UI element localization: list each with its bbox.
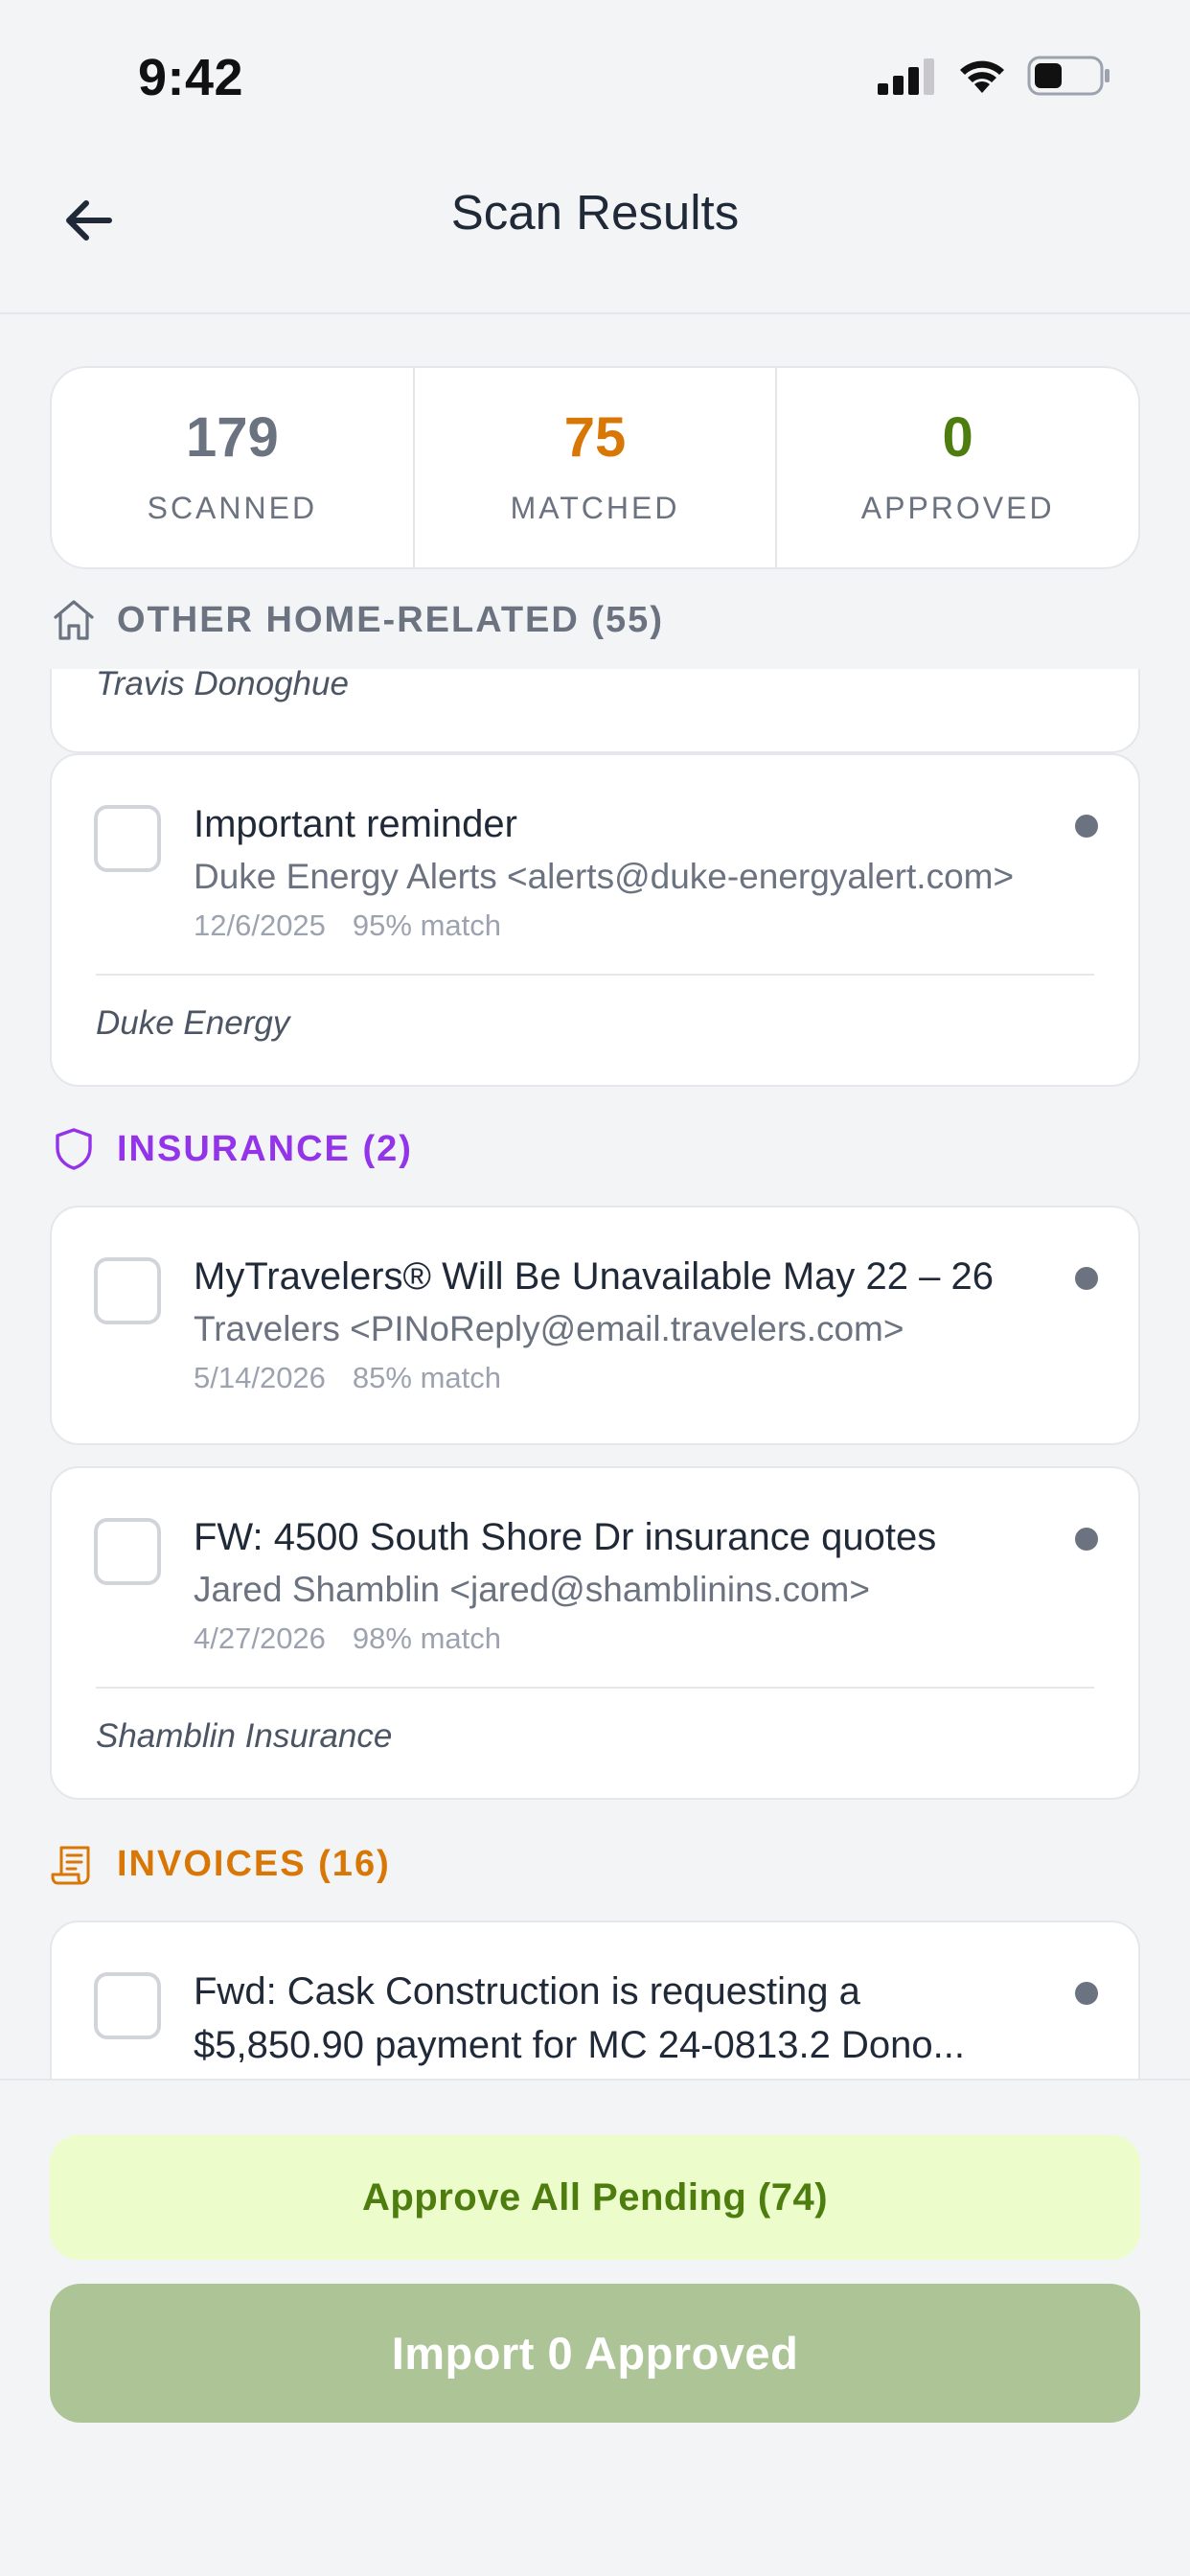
email-meta: 12/6/2025 95% match: [194, 908, 1062, 943]
select-checkbox[interactable]: [94, 805, 161, 872]
cellular-signal-icon: [878, 58, 934, 95]
stat-approved: 0 APPROVED: [775, 368, 1138, 567]
stat-matched-value: 75: [563, 405, 627, 469]
stat-approved-value: 0: [942, 405, 973, 469]
email-card[interactable]: MyTravelers® Will Be Unavailable May 22 …: [50, 1206, 1140, 1445]
section-title-home: OTHER HOME-RELATED (55): [117, 599, 664, 640]
stats-summary: 179 SCANNED 75 MATCHED 0 APPROVED: [50, 366, 1140, 569]
email-card[interactable]: FW: 4500 South Shore Dr insurance quotes…: [50, 1466, 1140, 1800]
section-header-insurance[interactable]: INSURANCE (2): [50, 1125, 413, 1173]
import-approved-button[interactable]: Import 0 Approved: [50, 2284, 1140, 2423]
unread-dot: [1075, 1528, 1098, 1551]
email-details: Fwd: Cask Construction is requesting a $…: [194, 1965, 1062, 2072]
stat-matched: 75 MATCHED: [412, 368, 776, 567]
section-header-invoices[interactable]: INVOICES (16): [50, 1840, 391, 1888]
status-bar: 9:42: [0, 0, 1190, 144]
email-date: 4/27/2026: [194, 1621, 326, 1655]
email-card[interactable]: Fwd: Cask Construction is requesting a $…: [50, 1920, 1140, 2079]
receipt-icon: [51, 1846, 90, 1885]
top-nav-bar: Scan Results: [0, 144, 1190, 314]
status-time: 9:42: [138, 49, 244, 106]
page-title: Scan Results: [450, 185, 740, 240]
email-subject-line-1: Fwd: Cask Construction is requesting a: [194, 1970, 860, 2012]
stat-scanned: 179 SCANNED: [52, 368, 413, 567]
email-sender: Jared Shamblin <jared@shamblinins.com>: [194, 1570, 870, 1609]
status-icons: [878, 56, 1111, 96]
stat-scanned-label: SCANNED: [147, 490, 318, 525]
unread-dot: [1075, 1267, 1098, 1290]
unread-dot: [1075, 815, 1098, 838]
email-meta: 4/27/2026 98% match: [194, 1622, 1062, 1656]
section-header-home[interactable]: OTHER HOME-RELATED (55): [50, 596, 664, 644]
stat-approved-label: APPROVED: [860, 490, 1055, 525]
email-card-partial[interactable]: Travis Donoghue: [50, 669, 1140, 753]
email-details: Important reminder Duke Energy Alerts <a…: [194, 797, 1062, 943]
vendor-label: Duke Energy: [96, 974, 1094, 1043]
email-sender: Travelers <PINoReply@email.travelers.com…: [194, 1309, 904, 1348]
email-details: FW: 4500 South Shore Dr insurance quotes…: [194, 1510, 1062, 1656]
match-score: 95% match: [352, 908, 501, 942]
email-date: 12/6/2025: [194, 908, 326, 942]
select-checkbox[interactable]: [94, 1257, 161, 1324]
email-card[interactable]: Important reminder Duke Energy Alerts <a…: [50, 753, 1140, 1087]
match-score: 98% match: [352, 1621, 501, 1655]
select-checkbox[interactable]: [94, 1972, 161, 2039]
partial-card-clip: Travis Donoghue: [0, 669, 1190, 755]
email-sender: Duke Energy Alerts <alerts@duke-energyal…: [194, 857, 1015, 896]
select-checkbox[interactable]: [94, 1518, 161, 1585]
approve-all-pending-button[interactable]: Approve All Pending (74): [50, 2135, 1140, 2260]
wifi-icon: [960, 60, 1004, 93]
email-date: 5/14/2026: [194, 1360, 326, 1394]
battery-icon: [1027, 56, 1110, 96]
results-list[interactable]: OTHER HOME-RELATED (55) Travis Donoghue …: [0, 569, 1190, 2079]
email-subject: MyTravelers® Will Be Unavailable May 22 …: [194, 1255, 994, 1298]
email-subject-line-2: $5,850.90 payment for MC 24-0813.2 Dono.…: [194, 2024, 965, 2066]
email-meta: 5/14/2026 85% match: [194, 1361, 1081, 1395]
bottom-action-bar: Approve All Pending (74) Import 0 Approv…: [0, 2079, 1190, 2576]
stat-scanned-value: 179: [185, 405, 279, 469]
email-subject: Important reminder: [194, 803, 517, 845]
shield-icon: [56, 1128, 92, 1170]
email-details: MyTravelers® Will Be Unavailable May 22 …: [194, 1250, 1081, 1395]
match-score: 85% match: [352, 1360, 501, 1394]
vendor-label: Shamblin Insurance: [96, 1687, 1094, 1756]
unread-dot: [1075, 1982, 1098, 2005]
section-title-insurance: INSURANCE (2): [117, 1128, 413, 1169]
home-icon: [54, 600, 94, 640]
vendor-label: Travis Donoghue: [96, 669, 349, 702]
stat-matched-label: MATCHED: [510, 490, 680, 525]
section-title-invoices: INVOICES (16): [117, 1843, 391, 1884]
email-subject: FW: 4500 South Shore Dr insurance quotes: [194, 1516, 937, 1558]
